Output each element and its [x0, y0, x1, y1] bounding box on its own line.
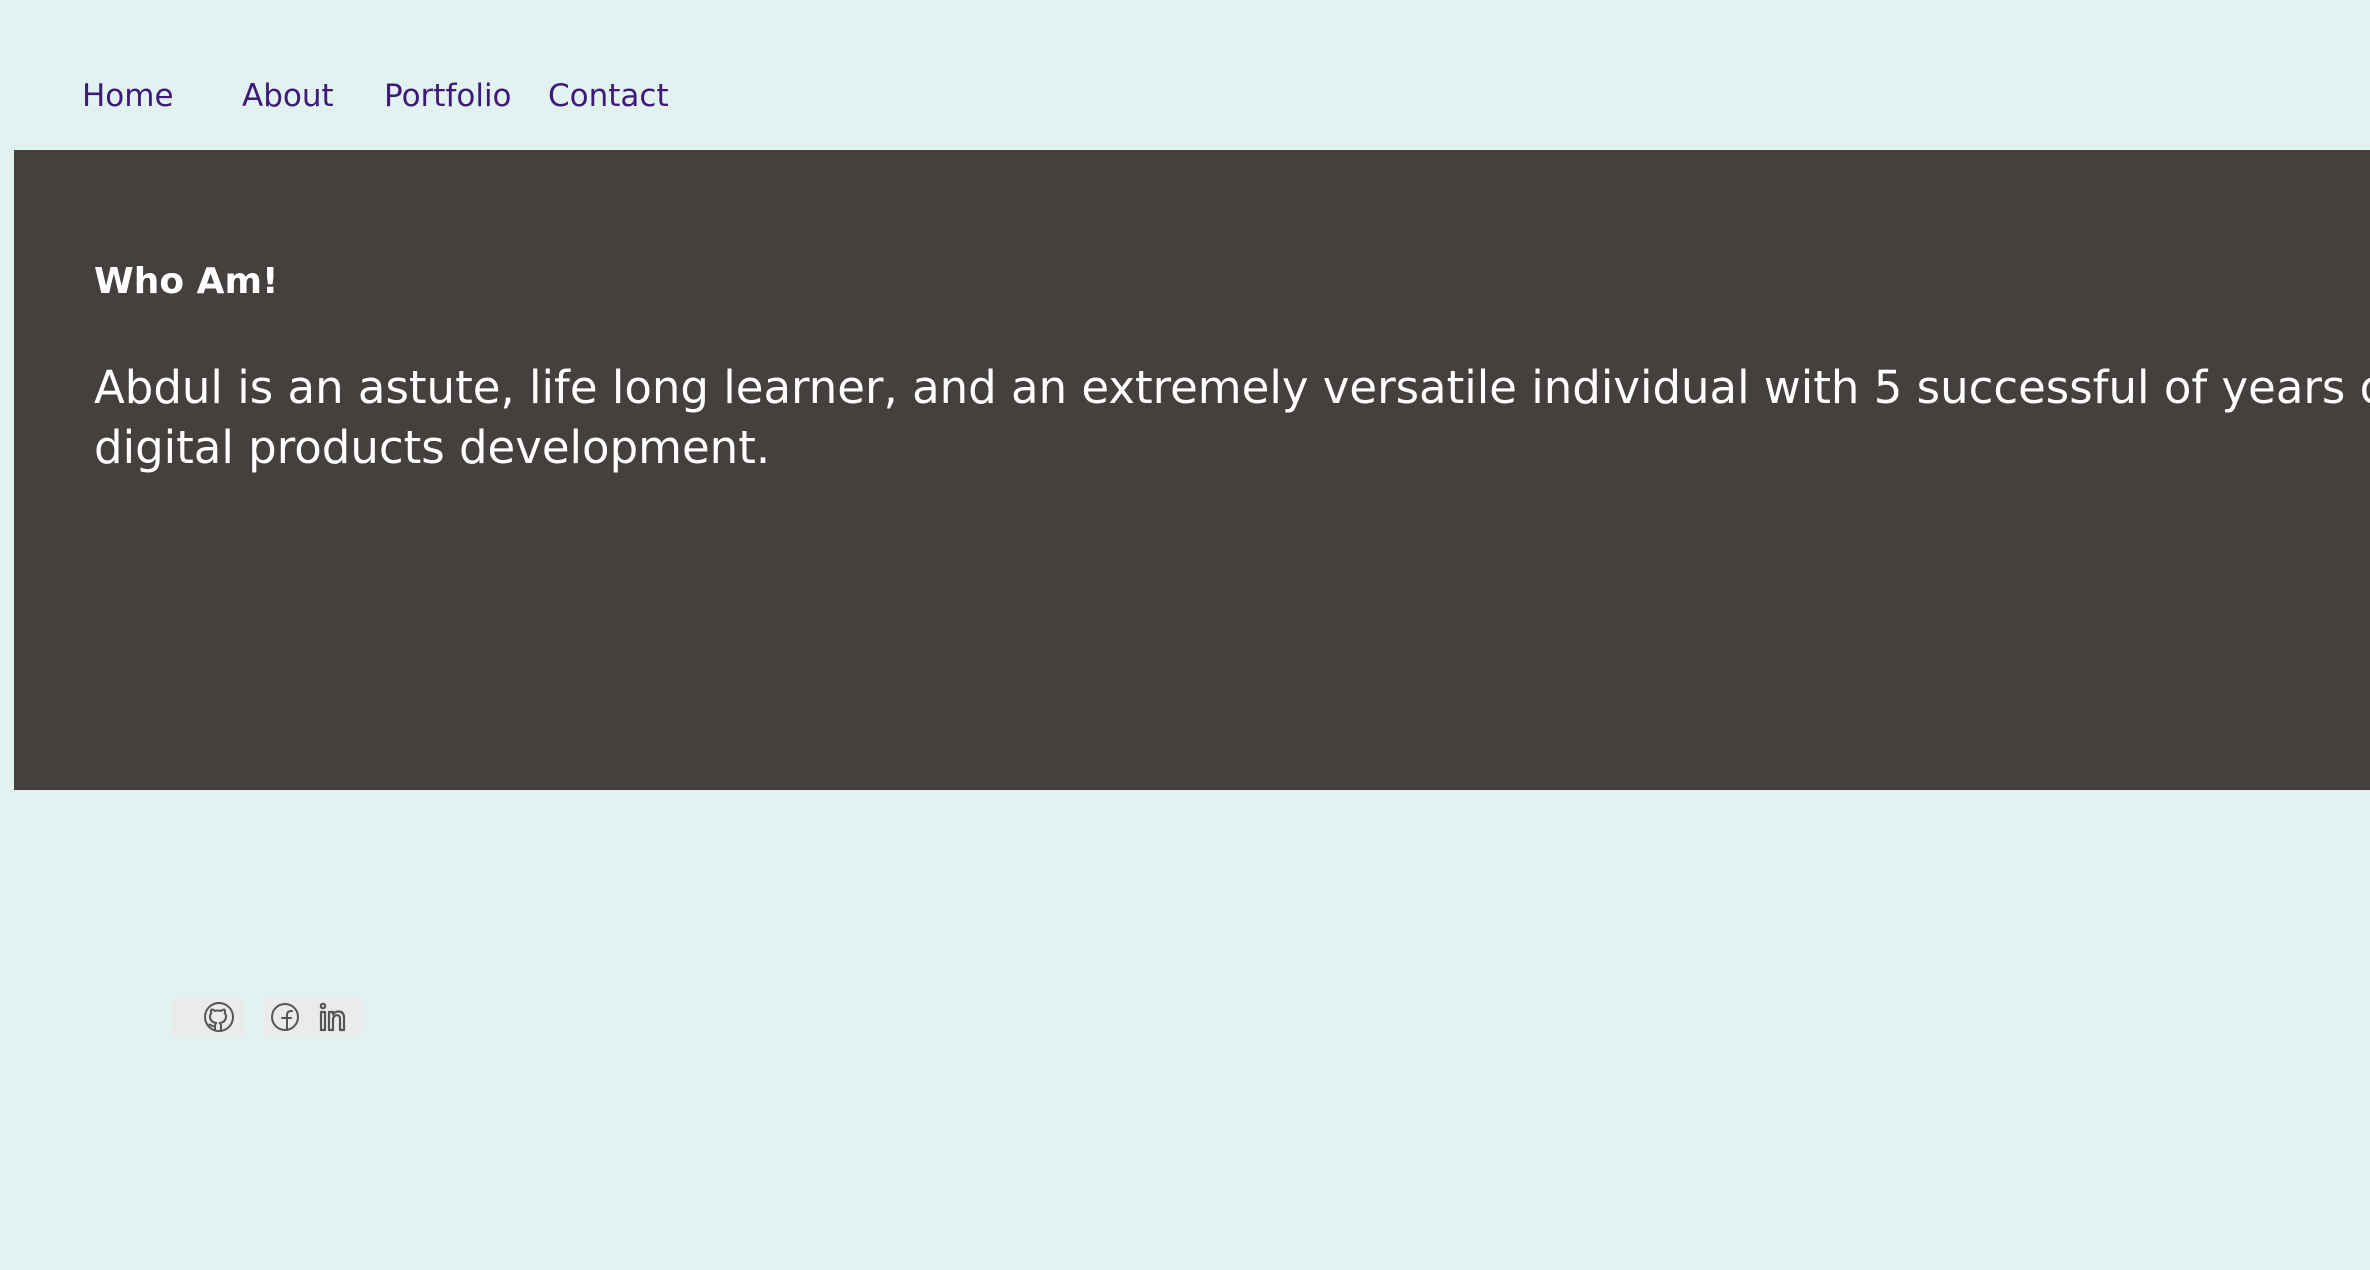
about-heading: Who Am! [94, 261, 279, 302]
facebook-icon[interactable] [268, 1000, 302, 1034]
nav-link-about[interactable]: About [242, 76, 334, 116]
about-body: Abdul is an astute, life long learner, a… [94, 358, 2370, 478]
linkedin-icon[interactable] [318, 1000, 352, 1034]
about-body-line-2: digital products development. [94, 421, 771, 474]
about-body-line-1: Abdul is an astute, life long learner, a… [94, 361, 2370, 414]
top-nav: Home About Portfolio Contact [0, 0, 2370, 150]
nav-link-home[interactable]: Home [82, 76, 174, 116]
nav-link-portfolio[interactable]: Portfolio [384, 76, 512, 116]
about-section: Who Am! Abdul is an astute, life long le… [14, 150, 2370, 790]
nav-link-contact[interactable]: Contact [548, 76, 669, 116]
social-links [172, 998, 362, 1036]
github-icon[interactable] [202, 1000, 236, 1034]
